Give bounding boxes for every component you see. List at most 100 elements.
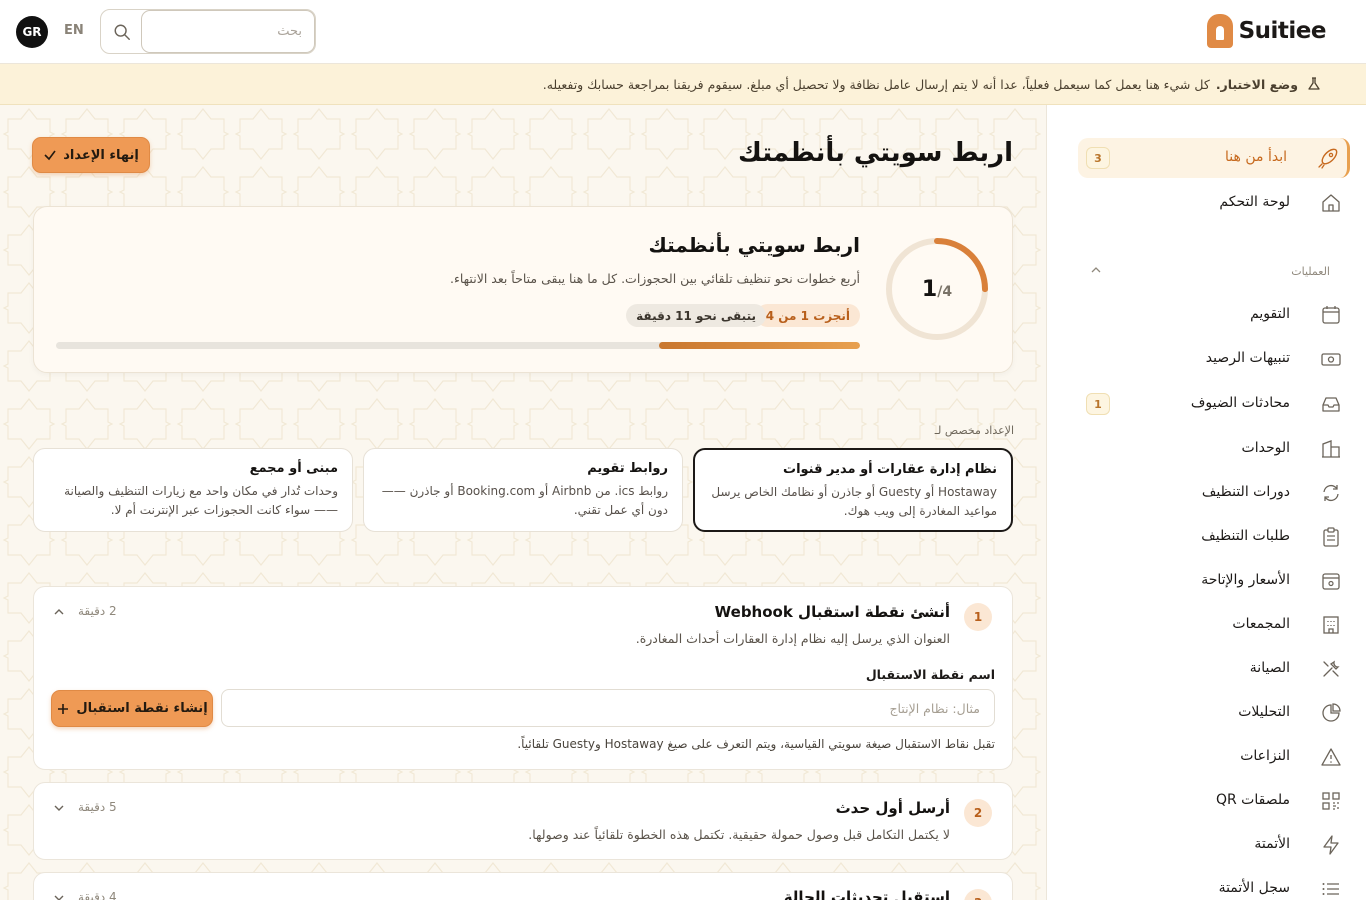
search-icon[interactable] (113, 23, 131, 41)
step-send-first-event[interactable]: 2 أرسل أول حدث لا يكتمل التكامل قبل وصول… (33, 782, 1013, 860)
sidebar-item-pricing-availability[interactable]: الأسعار والإتاحة (1078, 561, 1350, 601)
clipboard-icon (1323, 527, 1339, 547)
finish-setup-button[interactable]: إنهاء الإعداد (32, 137, 150, 173)
endpoint-help-text: تقبل نقاط الاستقبال صيغة سويتي القياسية،… (517, 737, 995, 751)
sidebar-item-label: طلبات التنظيف (1201, 528, 1290, 544)
sidebar-item-automation-log[interactable]: سجل الأتمتة (1078, 869, 1350, 900)
step-number: 2 (964, 799, 992, 827)
step-title: أنشئ نقطة استقبال Webhook (714, 603, 950, 621)
sidebar-item-label: دورات التنظيف (1201, 484, 1290, 500)
avatar[interactable]: GR (16, 16, 48, 48)
page-title: اربط سويتي بأنظمتك (737, 138, 1013, 168)
create-endpoint-label: إنشاء نقطة استقبال (76, 701, 208, 716)
tools-icon (1323, 660, 1340, 677)
category-calendar-links[interactable]: روابط تقويم روابط ics. من Airbnb أو Book… (363, 448, 683, 532)
sidebar-item-analytics[interactable]: التحليلات (1078, 693, 1350, 733)
setup-for-label: الإعداد مخصص لـ (934, 424, 1014, 437)
sidebar-item-disputes[interactable]: النزاعات (1078, 737, 1350, 777)
ring-done: 1 (921, 276, 938, 302)
bolt-icon (1323, 835, 1339, 855)
chevron-up-icon[interactable] (52, 605, 66, 619)
step-receive-status-updates[interactable]: 3 استقبل تحديثات الحالة 4 دقيقة (33, 872, 1013, 900)
sidebar-item-start-here[interactable]: ابدأ من هنا 3 (1078, 138, 1350, 178)
step-number: 1 (964, 603, 992, 631)
progress-ring-label: 1 /4 (884, 236, 990, 342)
completed-chip: أنجزت 1 من 4 (755, 304, 860, 327)
search-input[interactable] (141, 10, 315, 53)
sidebar: ابدأ من هنا 3 لوحة التحكم العمليات التقو… (1046, 105, 1366, 900)
remaining-time-chip: يتبقى نحو 11 دقيقة (626, 304, 766, 327)
pie-chart-icon (1322, 703, 1341, 722)
brand-logo[interactable]: Suitiee (1206, 14, 1327, 48)
sidebar-item-cleaning-cycles[interactable]: دورات التنظيف (1078, 473, 1350, 513)
category-title: روابط تقويم (587, 461, 668, 476)
sidebar-item-label: التحليلات (1238, 704, 1290, 720)
sidebar-item-guest-conversations[interactable]: محادثات الضيوف 1 (1078, 384, 1350, 424)
money-icon (1321, 353, 1341, 366)
keyhole-icon (1206, 14, 1233, 48)
chevron-down-icon[interactable] (52, 801, 66, 815)
create-endpoint-button[interactable]: إنشاء نقطة استقبال (51, 690, 213, 727)
qr-icon (1322, 792, 1340, 810)
top-bar: Suitiee GR EN (0, 0, 1366, 64)
step-duration: 5 دقيقة (78, 800, 117, 814)
sidebar-item-label: تنبيهات الرصيد (1205, 350, 1290, 366)
language-toggle[interactable]: EN (64, 23, 84, 38)
complex-icon (1323, 616, 1339, 634)
refresh-icon (1323, 484, 1339, 502)
sidebar-item-balance-alerts[interactable]: تنبيهات الرصيد (1078, 339, 1350, 379)
ring-total: /4 (937, 284, 953, 300)
progress-bar (56, 342, 860, 349)
sidebar-item-label: محادثات الضيوف (1190, 395, 1290, 411)
sidebar-item-calendar[interactable]: التقويم (1078, 295, 1350, 335)
chevron-up-icon[interactable] (1089, 263, 1103, 277)
sidebar-item-label: الأتمتة (1254, 836, 1290, 852)
endpoint-name-input[interactable] (221, 689, 995, 727)
category-desc: وحدات تُدار في مكان واحد مع زيارات التنظ… (64, 484, 338, 517)
sidebar-item-qr-stickers[interactable]: ملصقات QR (1078, 781, 1350, 821)
step-number: 3 (964, 889, 992, 900)
progress-subtitle: أربع خطوات نحو تنظيف تلقائي بين الحجوزات… (450, 271, 860, 286)
category-pms[interactable]: نظام إدارة عقارات أو مدير قنوات Hostaway… (693, 448, 1013, 532)
step-title: أرسل أول حدث (835, 799, 950, 817)
sidebar-item-label: ابدأ من هنا (1225, 149, 1287, 165)
category-title: مبنى أو مجمع (249, 461, 338, 476)
category-building[interactable]: مبنى أو مجمع وحدات تُدار في مكان واحد مع… (33, 448, 353, 532)
count-badge: 3 (1086, 147, 1110, 169)
step-create-webhook: 1 أنشئ نقطة استقبال Webhook العنوان الذي… (33, 586, 1013, 770)
calendar-price-icon (1322, 573, 1340, 590)
search-box (100, 9, 316, 54)
sidebar-section-operations: العمليات (1291, 265, 1330, 278)
banner-label: وضع الاختبار. (1215, 76, 1298, 92)
sidebar-item-maintenance[interactable]: الصيانة (1078, 649, 1350, 689)
progress-card: اربط سويتي بأنظمتك أربع خطوات نحو تنظيف … (33, 206, 1013, 373)
test-mode-banner: وضع الاختبار. كل شيء هنا يعمل كما سيعمل … (0, 64, 1366, 105)
check-icon (44, 150, 56, 161)
flask-icon (1308, 77, 1320, 90)
step-title: استقبل تحديثات الحالة (783, 888, 950, 900)
progress-bar-fill (659, 342, 860, 349)
progress-title: اربط سويتي بأنظمتك (648, 233, 860, 257)
count-badge: 1 (1086, 393, 1110, 415)
sidebar-item-label: الوحدات (1241, 440, 1290, 456)
step-desc: لا يكتمل التكامل قبل وصول حمولة حقيقية. … (528, 827, 950, 842)
building-icon (1322, 440, 1340, 458)
sidebar-item-automation[interactable]: الأتمتة (1078, 825, 1350, 865)
home-icon (1322, 194, 1340, 212)
brand-name: Suitiee (1238, 18, 1327, 44)
step-duration: 4 دقيقة (78, 890, 117, 900)
sidebar-item-label: لوحة التحكم (1219, 194, 1290, 210)
list-icon (1322, 883, 1339, 895)
chevron-down-icon[interactable] (52, 891, 66, 900)
banner-text: كل شيء هنا يعمل كما سيعمل فعلياً، عدا أن… (542, 76, 1210, 92)
category-desc: Hostaway أو Guesty أو جاذرن أو نظامك الخ… (711, 485, 997, 518)
sidebar-item-cleaning-requests[interactable]: طلبات التنظيف (1078, 517, 1350, 557)
sidebar-item-dashboard[interactable]: لوحة التحكم (1078, 183, 1350, 223)
plus-icon (58, 703, 69, 714)
sidebar-item-label: الأسعار والإتاحة (1201, 572, 1290, 588)
sidebar-item-complexes[interactable]: المجمعات (1078, 605, 1350, 645)
sidebar-item-units[interactable]: الوحدات (1078, 429, 1350, 469)
endpoint-name-label: اسم نقطة الاستقبال (865, 667, 995, 682)
category-title: نظام إدارة عقارات أو مدير قنوات (783, 462, 997, 477)
sidebar-item-label: النزاعات (1240, 748, 1290, 764)
